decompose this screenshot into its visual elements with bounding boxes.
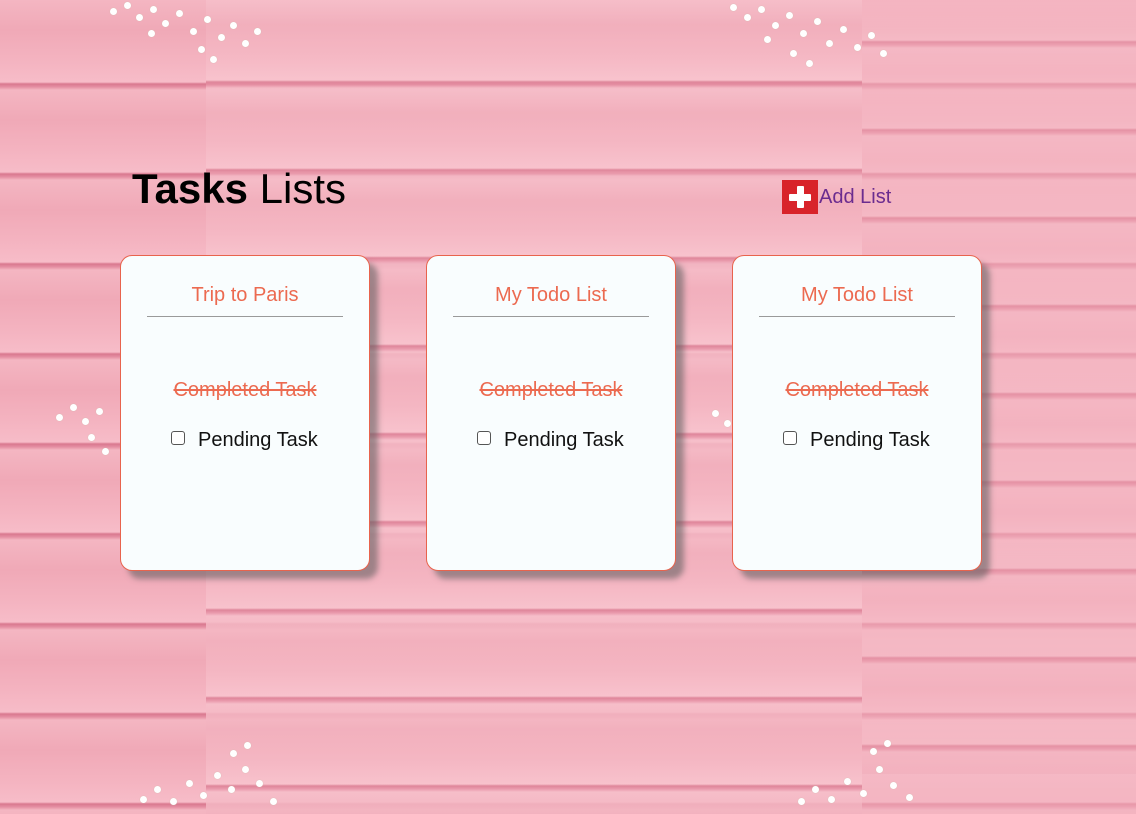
- pending-task[interactable]: Pending Task: [783, 428, 930, 452]
- list-title: Trip to Paris: [191, 284, 299, 306]
- task-checkbox[interactable]: [783, 431, 797, 445]
- title-divider: [453, 316, 649, 317]
- completed-task[interactable]: Completed Task: [733, 378, 981, 402]
- pending-task[interactable]: Pending Task: [171, 428, 318, 452]
- flowers-decoration: [130, 736, 300, 814]
- list-card: My Todo List Completed Task Pending Task: [426, 255, 676, 571]
- title-divider: [759, 316, 955, 317]
- plus-icon[interactable]: [782, 180, 818, 214]
- flowers-decoration: [720, 0, 890, 80]
- page-title-rest: Lists: [247, 165, 347, 212]
- completed-task[interactable]: Completed Task: [121, 378, 369, 402]
- completed-task[interactable]: Completed Task: [427, 378, 675, 402]
- task-checkbox[interactable]: [171, 431, 185, 445]
- list-title: My Todo List: [801, 284, 913, 306]
- page-title-bold: Tasks: [132, 165, 248, 212]
- list-card: My Todo List Completed Task Pending Task: [732, 255, 982, 571]
- pending-task-label[interactable]: Pending Task: [810, 428, 930, 452]
- task-checkbox[interactable]: [477, 431, 491, 445]
- flowers-decoration: [90, 0, 261, 80]
- list-card: Trip to Paris Completed Task Pending Tas…: [120, 255, 370, 571]
- flowers-decoration: [52, 400, 122, 480]
- flowers-decoration: [790, 736, 960, 814]
- pending-task[interactable]: Pending Task: [477, 428, 624, 452]
- add-list-button[interactable]: Add List: [782, 180, 891, 214]
- add-list-label[interactable]: Add List: [819, 185, 891, 209]
- pending-task-label[interactable]: Pending Task: [198, 428, 318, 452]
- list-title: My Todo List: [495, 284, 607, 306]
- title-divider: [147, 316, 343, 317]
- pending-task-label[interactable]: Pending Task: [504, 428, 624, 452]
- page-title: Tasks Lists: [132, 165, 346, 213]
